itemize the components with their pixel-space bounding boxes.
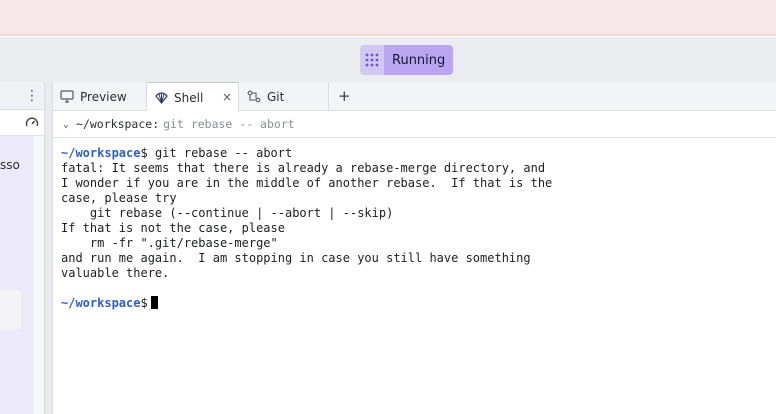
tab-shell[interactable]: Shell × [147,82,239,112]
output-line: and run me again. I am stopping in case … [61,251,531,265]
shell-icon [155,91,168,104]
terminal-command: git rebase -- abort [147,146,293,160]
tab-bar: Preview Shell × Git + [53,82,776,112]
output-line: rm -fr ".git/rebase-merge" [61,236,278,250]
terminal-cursor [150,296,158,309]
gauge-icon[interactable] [25,116,39,130]
output-line: valuable there. [61,266,170,280]
add-tab-button[interactable]: + [338,88,351,104]
tab-git[interactable]: Git [239,82,329,111]
breadcrumb-path: ~/workspace: [76,117,160,131]
grid-dots-icon [360,45,384,75]
terminal-output[interactable]: ~/workspace$ git rebase -- abort fatal: I… [53,139,776,414]
output-line: If that is not the case, please [61,221,285,235]
breadcrumb: ⌄ ~/workspace: git rebase -- abort [53,111,776,138]
prompt-path: ~/workspace [61,146,141,160]
output-line: fatal: It seems that there is already a … [61,161,546,175]
terminal-command-line: ~/workspace$ git rebase -- abort [61,146,776,161]
left-panel-header: ⋮ [0,82,44,110]
monitor-icon [60,90,74,103]
git-branch-icon [247,90,261,103]
left-panel: ⋮ sso [0,82,44,414]
output-line: git rebase (--continue | --abort | --ski… [61,206,394,220]
close-icon[interactable]: × [222,90,232,104]
breadcrumb-command: git rebase -- abort [163,117,295,131]
top-strip [0,0,776,36]
terminal-prompt-line[interactable]: ~/workspace$ [61,296,776,311]
left-panel-toolbar [0,110,44,136]
output-line: I wonder if you are in the middle of ano… [61,176,553,190]
tab-label: Shell [174,90,204,105]
prompt-path: ~/workspace [61,296,141,310]
output-line: case, please try [61,191,177,205]
kebab-menu-icon[interactable]: ⋮ [25,88,39,104]
run-status-label: Running [384,45,454,75]
tab-label: Git [267,89,285,104]
left-panel-content [0,136,34,414]
tab-label: Preview [80,89,127,104]
run-status-button[interactable]: Running [360,45,454,75]
prompt-symbol: $ [140,296,148,310]
left-panel-card[interactable] [0,290,21,330]
panel-resize-handle[interactable] [44,82,53,414]
chevron-down-icon[interactable]: ⌄ [63,119,69,130]
left-panel-text: sso [0,158,20,172]
prompt-symbol: $ [140,146,148,160]
tab-preview[interactable]: Preview [53,82,147,111]
